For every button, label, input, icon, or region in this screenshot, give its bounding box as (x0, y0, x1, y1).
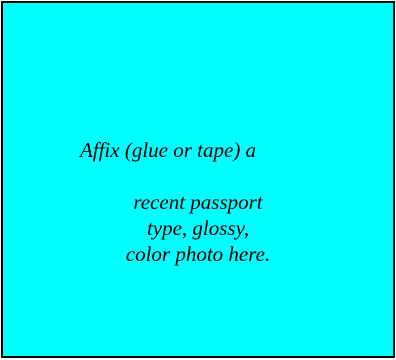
instruction-line-3: type, glossy, (146, 216, 250, 240)
instruction-line-4: color photo here. (125, 242, 271, 266)
instruction-line-1: Affix (glue or tape) a (79, 138, 257, 162)
passport-photo-placeholder: Affix (glue or tape) a recent passport t… (1, 1, 395, 358)
instruction-line-2: recent passport (133, 190, 263, 214)
